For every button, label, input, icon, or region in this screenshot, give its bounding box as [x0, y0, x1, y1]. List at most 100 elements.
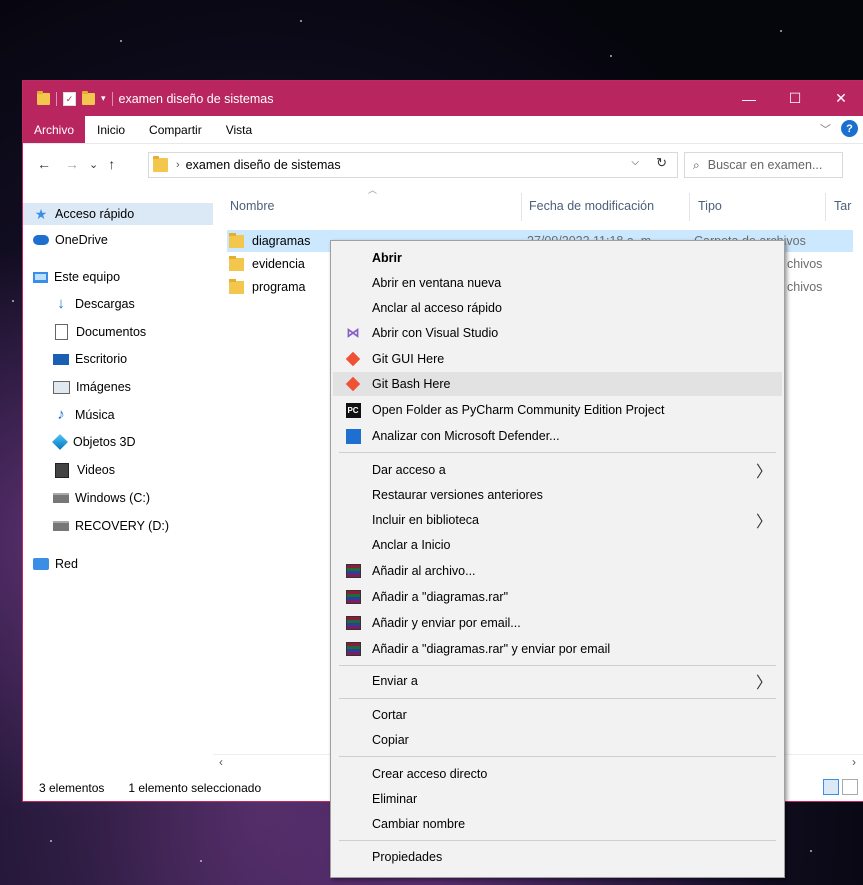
menu-item-label: Abrir — [372, 251, 402, 265]
back-button[interactable]: ← — [37, 156, 51, 172]
column-divider[interactable] — [825, 193, 826, 221]
sidebar-item-label: Windows (C:) — [75, 491, 151, 505]
sidebar-item-escritorio[interactable]: Escritorio — [53, 348, 127, 370]
tab-vista[interactable]: Vista — [214, 116, 264, 143]
close-button[interactable]: ✕ — [818, 81, 863, 116]
sidebar-item-recovery-d[interactable]: RECOVERY (D:) — [53, 515, 169, 537]
sidebar-item-red[interactable]: Red — [33, 553, 78, 575]
address-bar[interactable]: › examen diseño de sistemas ⌵ ↻ — [148, 152, 678, 178]
video-icon — [55, 462, 69, 478]
menu-item-anadir-rar-email[interactable]: Añadir a "diagramas.rar" y enviar por em… — [333, 637, 782, 661]
star-icon: ★ — [34, 206, 48, 222]
properties-icon[interactable]: ✓ — [63, 91, 76, 106]
menu-item-abrir-visual-studio[interactable]: ⋈ Abrir con Visual Studio — [333, 321, 782, 345]
sidebar-item-descargas[interactable]: ↓ Descargas — [53, 293, 135, 315]
help-icon[interactable]: ? — [841, 120, 858, 137]
sidebar-item-label: Escritorio — [75, 352, 128, 366]
forward-button[interactable]: → — [65, 156, 79, 172]
column-header-fecha[interactable]: Fecha de modificación — [529, 195, 654, 217]
sidebar-item-acceso-rapido[interactable]: ★ Acceso rápido — [23, 203, 213, 225]
winrar-icon — [345, 641, 361, 657]
menu-item-pycharm[interactable]: PC Open Folder as PyCharm Community Editi… — [333, 398, 782, 422]
visual-studio-icon: ⋈ — [346, 325, 360, 340]
sidebar-item-label: OneDrive — [55, 233, 108, 247]
chevron-right-icon: 〉 — [755, 464, 772, 481]
menu-item-git-bash[interactable]: Git Bash Here — [333, 372, 782, 396]
sidebar-item-videos[interactable]: Videos — [53, 459, 115, 481]
menu-item-abrir-ventana-nueva[interactable]: Abrir en ventana nueva — [333, 271, 782, 295]
breadcrumb[interactable]: examen diseño de sistemas — [186, 158, 341, 172]
sidebar-item-documentos[interactable]: Documentos — [53, 321, 146, 343]
menu-item-anadir-archivo[interactable]: Añadir al archivo... — [333, 559, 782, 583]
chevron-right-icon[interactable]: › — [176, 159, 180, 171]
sidebar-item-onedrive[interactable]: OneDrive — [33, 229, 108, 251]
menu-divider — [339, 665, 776, 666]
sidebar-item-musica[interactable]: ♪ Música — [53, 404, 114, 426]
menu-item-defender[interactable]: Analizar con Microsoft Defender... — [333, 424, 782, 448]
menu-item-cortar[interactable]: Cortar — [333, 703, 782, 727]
refresh-icon[interactable]: ↻ — [656, 155, 667, 171]
wallpaper-star — [12, 300, 14, 302]
column-divider[interactable] — [521, 193, 522, 221]
menu-item-label: Copiar — [372, 733, 409, 747]
column-header-nombre[interactable]: Nombre — [230, 195, 274, 217]
search-placeholder: Buscar en examen... — [707, 158, 823, 172]
winrar-icon — [345, 615, 361, 631]
menu-item-label: Restaurar versiones anteriores — [372, 488, 543, 502]
menu-item-restaurar-versiones[interactable]: Restaurar versiones anteriores — [333, 483, 782, 507]
menu-item-label: Cambiar nombre — [372, 817, 466, 831]
up-button[interactable]: ↑ — [108, 156, 115, 172]
git-icon — [345, 376, 361, 392]
column-divider[interactable] — [689, 193, 690, 221]
menu-item-abrir[interactable]: Abrir — [333, 246, 782, 270]
menu-item-propiedades[interactable]: Propiedades — [333, 845, 782, 869]
menu-item-incluir-biblioteca[interactable]: Incluir en biblioteca 〉 — [333, 508, 782, 532]
sidebar-item-imagenes[interactable]: Imágenes — [53, 376, 131, 398]
file-type: chivos — [787, 257, 823, 271]
minimize-button[interactable]: — — [726, 81, 772, 116]
column-header-tamano[interactable]: Tar — [834, 195, 851, 217]
expand-ribbon-icon[interactable]: ﹀ — [820, 121, 831, 137]
menu-item-label: Anclar a Inicio — [372, 538, 451, 552]
sidebar-item-este-equipo[interactable]: Este equipo — [33, 266, 120, 288]
chevron-right-icon: 〉 — [755, 514, 772, 531]
toolbar-divider — [56, 91, 57, 106]
recent-locations-icon[interactable]: ⌄ — [89, 158, 98, 171]
sidebar-item-label: Descargas — [75, 297, 135, 311]
selection-count: 1 elemento seleccionado — [128, 781, 262, 795]
title-bar[interactable]: ✓ ▾ examen diseño de sistemas — ☐ ✕ — [23, 81, 863, 116]
new-folder-icon[interactable] — [82, 90, 95, 105]
wallpaper-star — [50, 840, 52, 842]
menu-item-enviar-a[interactable]: Enviar a 〉 — [333, 669, 782, 693]
menu-item-label: Cortar — [372, 708, 407, 722]
search-icon: ⌕ — [693, 157, 700, 172]
menu-item-git-gui[interactable]: Git GUI Here — [333, 347, 782, 371]
menu-item-dar-acceso[interactable]: Dar acceso a 〉 — [333, 458, 782, 482]
scroll-left-icon[interactable]: ‹ — [219, 755, 223, 769]
tab-compartir[interactable]: Compartir — [137, 116, 214, 143]
sidebar-item-windows-c[interactable]: Windows (C:) — [53, 487, 150, 509]
sidebar-item-objetos-3d[interactable]: Objetos 3D — [52, 431, 136, 453]
menu-item-anclar-acceso-rapido[interactable]: Anclar al acceso rápido — [333, 296, 782, 320]
menu-item-eliminar[interactable]: Eliminar — [333, 787, 782, 811]
menu-item-anclar-inicio[interactable]: Anclar a Inicio — [333, 533, 782, 557]
menu-item-cambiar-nombre[interactable]: Cambiar nombre — [333, 812, 782, 836]
large-icons-view-icon[interactable] — [842, 779, 858, 795]
tab-inicio[interactable]: Inicio — [85, 116, 137, 143]
sidebar-item-label: Red — [55, 557, 78, 571]
search-input[interactable]: ⌕ Buscar en examen... — [684, 152, 843, 178]
wallpaper-star — [610, 55, 612, 57]
details-view-icon[interactable] — [823, 779, 839, 795]
folder-icon — [37, 90, 50, 105]
sidebar-item-label: Imágenes — [76, 380, 131, 394]
customize-toolbar-icon[interactable]: ▾ — [101, 93, 106, 104]
column-header-tipo[interactable]: Tipo — [698, 195, 722, 217]
menu-item-anadir-email[interactable]: Añadir y enviar por email... — [333, 611, 782, 635]
maximize-button[interactable]: ☐ — [772, 81, 818, 116]
chevron-down-icon[interactable]: ⌵ — [631, 157, 639, 168]
scroll-right-icon[interactable]: › — [852, 755, 856, 769]
tab-archivo[interactable]: Archivo — [23, 116, 86, 143]
menu-item-crear-acceso-directo[interactable]: Crear acceso directo — [333, 762, 782, 786]
menu-item-anadir-rar[interactable]: Añadir a "diagramas.rar" — [333, 585, 782, 609]
menu-item-copiar[interactable]: Copiar — [333, 728, 782, 752]
